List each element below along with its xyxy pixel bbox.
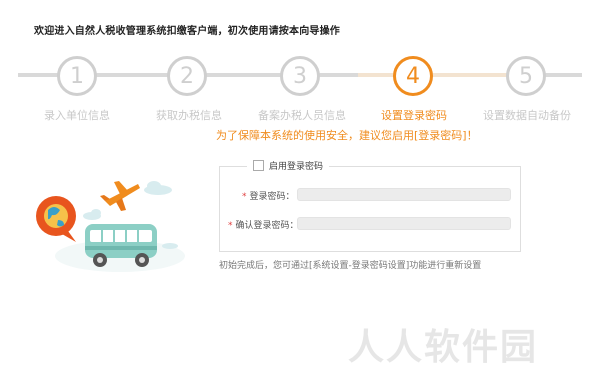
enable-password-label: 启用登录密码 <box>269 162 324 172</box>
step-3-label: 备案办税人员信息 <box>258 109 346 122</box>
travel-illustration <box>36 181 185 272</box>
password-settings-group <box>219 166 521 252</box>
step-4-label: 设置登录密码 <box>381 109 447 122</box>
airplane-icon <box>100 181 140 211</box>
password-label: 登录密码： <box>249 192 295 202</box>
confirm-password-label: 确认登录密码： <box>235 221 299 231</box>
confirm-row-label: * 确认登录密码： <box>228 221 299 231</box>
step-5-label: 设置数据自动备份 <box>483 109 571 122</box>
site-watermark: 人人软件园 <box>348 327 539 368</box>
step-5-circle[interactable]: 5 <box>506 56 546 96</box>
step-2-circle[interactable]: 2 <box>167 56 207 96</box>
step-2-label: 获取办税信息 <box>156 109 222 122</box>
enable-password-toggle[interactable]: 启用登录密码 <box>247 159 330 172</box>
reset-footnote: 初始完成后，您可通过[系统设置-登录密码设置]功能进行重新设置 <box>219 261 482 271</box>
security-hint: 为了保障本系统的使用安全，建议您启用[登录密码]！ <box>216 129 478 142</box>
step-4-circle[interactable]: 4 <box>393 56 433 96</box>
enable-password-checkbox[interactable] <box>253 160 264 171</box>
page-title: 欢迎进入自然人税收管理系统扣缴客户端，初次使用请按本向导操作 <box>34 26 340 37</box>
password-input[interactable] <box>297 188 511 201</box>
step-1-circle[interactable]: 1 <box>57 56 97 96</box>
step-1-label: 录入单位信息 <box>44 109 110 122</box>
step-3-circle[interactable]: 3 <box>280 56 320 96</box>
password-row-label: * 登录密码： <box>242 192 295 202</box>
globe-icon <box>36 196 76 242</box>
confirm-password-input[interactable] <box>297 217 511 230</box>
